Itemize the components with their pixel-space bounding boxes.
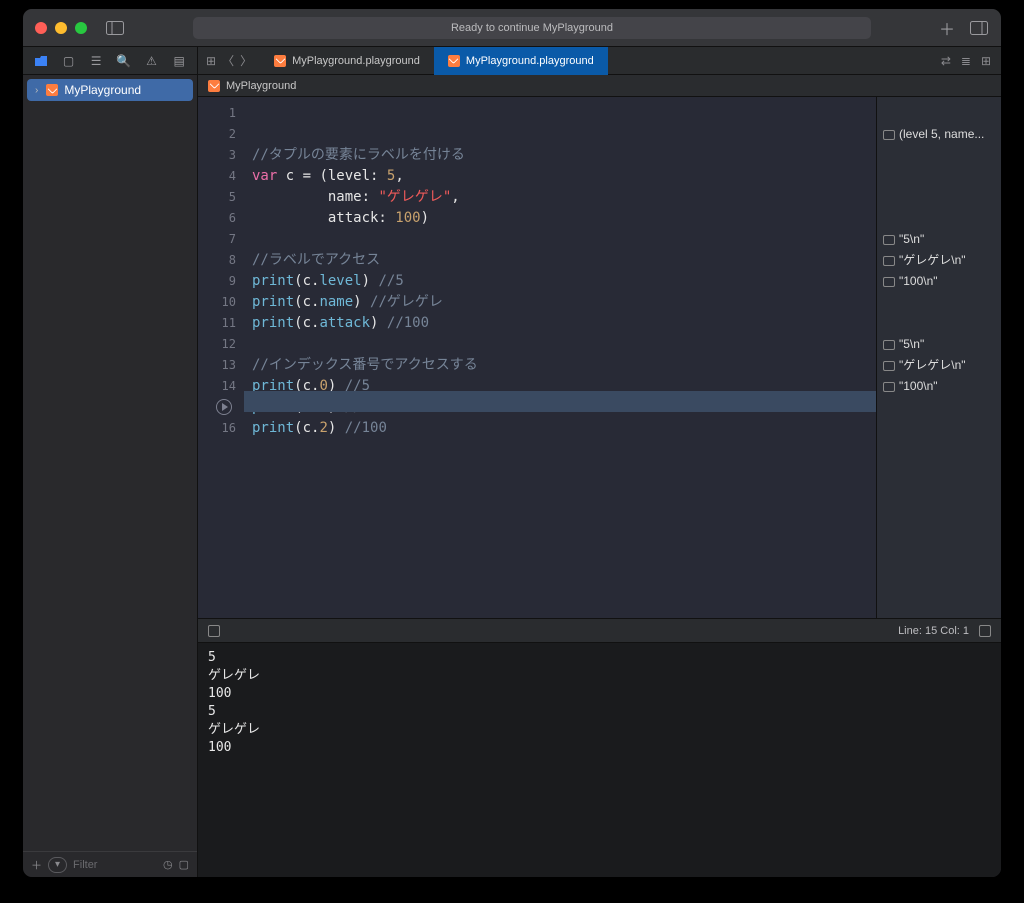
titlebar-right-controls: ＋ — [939, 16, 989, 40]
tab-label: MyPlayground.playground — [292, 55, 420, 67]
result-item[interactable]: "ゲレゲレ\n" — [883, 355, 995, 376]
add-file-icon[interactable]: ＋ — [31, 857, 42, 873]
minimize-window-button[interactable] — [55, 22, 67, 34]
breadcrumb-item: MyPlayground — [226, 80, 296, 92]
line-number: 1 — [198, 103, 236, 124]
source-editor[interactable]: 1 2 3 4 5 6 7 8 9 10 11 12 13 14 — [198, 97, 876, 618]
add-editor-icon[interactable]: ⊞ — [981, 54, 991, 68]
code-text[interactable]: //タプルの要素にラベルを付けるvar c = (level: 5, name:… — [244, 97, 876, 618]
execute-playground-icon[interactable] — [216, 399, 232, 415]
playground-results-sidebar: (level 5, name... "5\n" "ゲレゲレ\n" "100\n"… — [876, 97, 1001, 618]
project-navigator-icon[interactable] — [33, 54, 49, 68]
result-item[interactable]: "5\n" — [883, 334, 995, 355]
disclosure-triangle-icon[interactable]: › — [35, 85, 38, 96]
line-number: 7 — [198, 229, 236, 250]
xcode-window: Ready to continue MyPlayground ＋ ▢ ☰ 🔍 ⚠… — [22, 8, 1002, 878]
symbol-navigator-icon[interactable]: ☰ — [88, 54, 104, 68]
editor-options-icon[interactable]: ≣ — [961, 54, 971, 68]
test-navigator-icon[interactable]: ▤ — [171, 54, 187, 68]
scm-icon[interactable]: ▢ — [179, 858, 189, 871]
project-navigator: › MyPlayground ＋ ▾ Filter ◷ ▢ — [23, 75, 198, 877]
line-number: 3 — [198, 145, 236, 166]
quicklook-icon[interactable] — [883, 382, 895, 392]
quicklook-icon[interactable] — [883, 130, 895, 140]
tab-label: MyPlayground.playground — [466, 55, 594, 67]
add-button[interactable]: ＋ — [939, 16, 955, 40]
nav-forward-icon[interactable]: 〉 — [240, 52, 252, 69]
line-number: 2 — [198, 124, 236, 145]
line-number: 16 — [198, 418, 236, 439]
filter-input[interactable]: Filter — [73, 859, 97, 871]
line-number: 9 — [198, 271, 236, 292]
quicklook-icon[interactable] — [883, 235, 895, 245]
navigator-toolbar: ▢ ☰ 🔍 ⚠ ▤ ⊞ 〈 〉 MyPlayground.playground … — [23, 47, 1001, 75]
line-number: 10 — [198, 292, 236, 313]
library-toggle-icon[interactable] — [969, 18, 989, 38]
tab-area: ⊞ 〈 〉 MyPlayground.playground MyPlaygrou… — [198, 47, 1001, 74]
result-item[interactable]: (level 5, name... — [883, 124, 995, 145]
result-item[interactable]: "ゲレゲレ\n" — [883, 250, 995, 271]
current-line-highlight — [244, 391, 876, 412]
find-navigator-icon[interactable]: 🔍 — [116, 54, 132, 68]
line-number: 8 — [198, 250, 236, 271]
window-controls — [35, 22, 87, 34]
debug-area-toggle-icon[interactable] — [979, 625, 991, 637]
quicklook-icon[interactable] — [883, 361, 895, 371]
project-root-item[interactable]: › MyPlayground — [27, 79, 193, 101]
jump-bar[interactable]: MyPlayground — [198, 75, 1001, 97]
related-items-icon[interactable]: ⊞ — [206, 54, 216, 68]
line-number-gutter: 1 2 3 4 5 6 7 8 9 10 11 12 13 14 — [198, 97, 244, 618]
filter-scope-button[interactable]: ▾ — [48, 857, 67, 873]
sidebar-toggle-icon[interactable] — [105, 18, 125, 38]
editor-options: ⇄ ≣ ⊞ — [931, 54, 1001, 68]
nav-back-icon[interactable]: 〈 — [222, 52, 234, 69]
cursor-position-label: Line: 15 Col: 1 — [898, 625, 969, 637]
editor-row: 1 2 3 4 5 6 7 8 9 10 11 12 13 14 — [198, 97, 1001, 618]
main-body: › MyPlayground ＋ ▾ Filter ◷ ▢ MyPlaygrou… — [23, 75, 1001, 877]
line-number: 5 — [198, 187, 236, 208]
swift-icon — [448, 55, 460, 67]
titlebar: Ready to continue MyPlayground ＋ — [23, 9, 1001, 47]
editor-tab-2-active[interactable]: MyPlayground.playground — [434, 47, 608, 75]
issue-navigator-icon[interactable]: ⚠ — [144, 54, 160, 68]
result-item[interactable]: "100\n" — [883, 376, 995, 397]
quicklook-icon[interactable] — [883, 277, 895, 287]
line-number: 14 — [198, 376, 236, 397]
result-item[interactable]: "5\n" — [883, 229, 995, 250]
quicklook-icon[interactable] — [883, 256, 895, 266]
line-number: 11 — [198, 313, 236, 334]
swift-icon — [208, 80, 220, 92]
editor-tab-1[interactable]: MyPlayground.playground — [260, 47, 434, 75]
result-item[interactable]: "100\n" — [883, 271, 995, 292]
quicklook-icon[interactable] — [883, 340, 895, 350]
navigator-selector: ▢ ☰ 🔍 ⚠ ▤ — [23, 47, 198, 74]
activity-status-field: Ready to continue MyPlayground — [193, 17, 871, 39]
clock-icon[interactable]: ◷ — [163, 858, 173, 871]
line-number: 4 — [198, 166, 236, 187]
editor-nav-buttons: ⊞ 〈 〉 — [198, 52, 260, 69]
source-control-navigator-icon[interactable]: ▢ — [61, 54, 77, 68]
line-number: 13 — [198, 355, 236, 376]
line-number: 6 — [198, 208, 236, 229]
debug-output-icdebug-toggle-icon[interactable] — [208, 625, 220, 637]
line-number: 12 — [198, 334, 236, 355]
history-icon[interactable]: ⇄ — [941, 54, 951, 68]
project-name: MyPlayground — [64, 83, 141, 97]
debug-console[interactable]: 5 ゲレゲレ 100 5 ゲレゲレ 100 — [198, 642, 1001, 877]
editor-area: MyPlayground 1 2 3 4 5 6 7 8 9 10 — [198, 75, 1001, 877]
zoom-window-button[interactable] — [75, 22, 87, 34]
activity-status-text: Ready to continue MyPlayground — [451, 22, 613, 34]
swift-icon — [274, 55, 286, 67]
swift-icon — [46, 84, 58, 96]
debug-area-toolbar: Line: 15 Col: 1 — [198, 618, 1001, 642]
navigator-filter-bar: ＋ ▾ Filter ◷ ▢ — [23, 851, 197, 877]
close-window-button[interactable] — [35, 22, 47, 34]
